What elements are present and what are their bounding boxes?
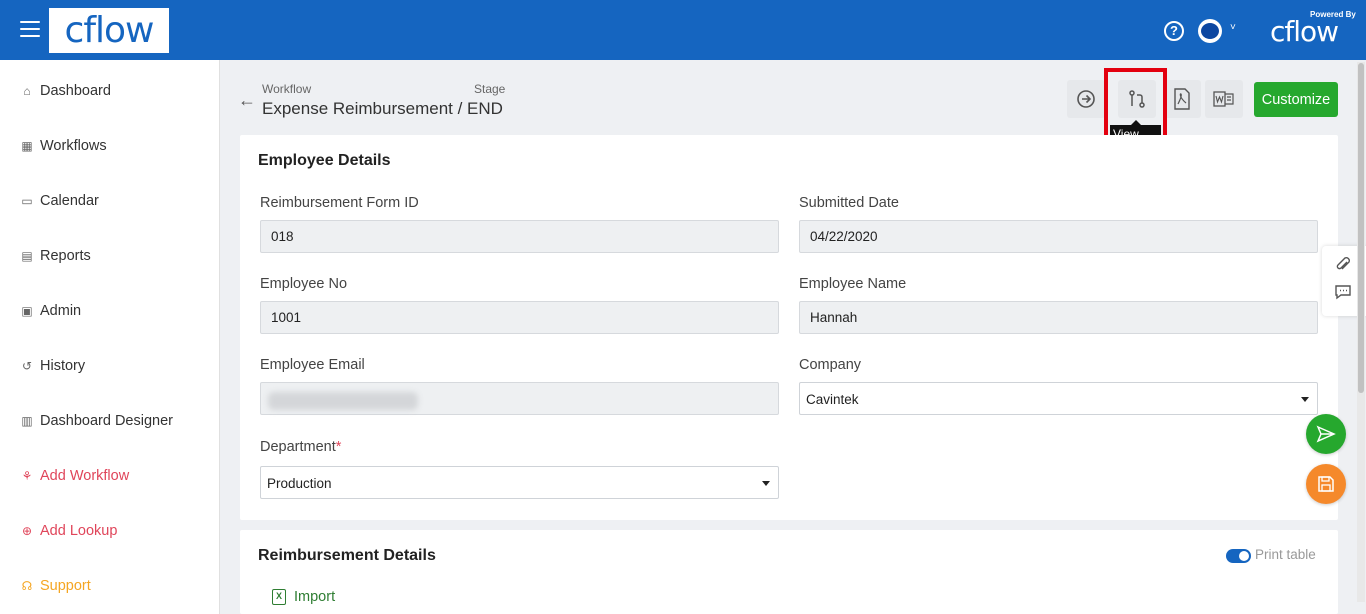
help-icon[interactable]: ? [1164, 21, 1184, 41]
required-marker: * [335, 439, 342, 455]
sidebar-item-support[interactable]: ☊ Support [20, 575, 91, 597]
caret-down-icon [762, 481, 770, 486]
sidebar-item-add-workflow[interactable]: ⚘ Add Workflow [20, 465, 130, 487]
workflow-label: Workflow [262, 82, 312, 96]
paperclip-icon[interactable] [1334, 256, 1352, 274]
save-icon [1318, 476, 1334, 492]
add-workflow-icon: ⚘ [21, 469, 33, 483]
employee-no-label: Employee No [260, 276, 348, 292]
submitted-date-field[interactable]: 04/22/2020 [799, 220, 1318, 253]
back-arrow-icon[interactable]: ← [238, 90, 256, 111]
calendar-icon: ▭ [21, 194, 33, 208]
employee-name-field[interactable]: Hannah [799, 301, 1318, 334]
admin-icon: ▣ [21, 304, 33, 318]
customize-button[interactable]: Customize [1254, 82, 1338, 117]
sidebar-item-dashboard-designer[interactable]: ▥ Dashboard Designer [20, 410, 173, 432]
company-label: Company [799, 357, 862, 373]
history-icon: ↺ [21, 359, 33, 373]
department-select[interactable]: Production [260, 466, 779, 499]
export-word-button[interactable] [1205, 80, 1243, 118]
chevron-down-icon[interactable]: ˅ [1230, 22, 1236, 33]
pdf-icon [1174, 88, 1190, 110]
employee-no-field[interactable]: 1001 [260, 301, 779, 334]
sidebar-item-dashboard[interactable]: ⌂ Dashboard [20, 80, 111, 102]
scrollbar-thumb[interactable] [1358, 63, 1364, 393]
hamburger-menu-icon[interactable] [20, 21, 40, 39]
form-id-label: Reimbursement Form ID [260, 195, 419, 211]
designer-icon: ▥ [21, 414, 33, 428]
sidebar-item-add-lookup[interactable]: ⊕ Add Lookup [20, 520, 117, 542]
reimbursement-details-card [240, 530, 1338, 614]
submit-button[interactable] [1306, 414, 1346, 454]
brand-logo: cflow [1270, 15, 1339, 48]
sidebar: ⌂ Dashboard ▦ Workflows ▭ Calendar ▤ Rep… [0, 60, 220, 614]
home-icon: ⌂ [23, 84, 31, 98]
print-table-label: Print table [1255, 547, 1316, 562]
git-pull-request-icon [1129, 90, 1145, 108]
form-id-field[interactable]: 018 [260, 220, 779, 253]
word-icon [1213, 91, 1234, 107]
employee-name-label: Employee Name [799, 276, 907, 292]
excel-icon: X [272, 589, 286, 605]
redacted-email [268, 392, 418, 410]
logo[interactable]: cflow [49, 8, 169, 53]
export-pdf-button[interactable] [1163, 80, 1201, 118]
submitted-date-label: Submitted Date [799, 195, 899, 211]
employee-email-label: Employee Email [260, 357, 365, 373]
reimbursement-details-title: Reimbursement Details [258, 547, 436, 564]
employee-details-title: Employee Details [258, 152, 391, 169]
page-title: Expense Reimbursement / END [262, 99, 503, 118]
sidebar-item-reports[interactable]: ▤ Reports [20, 245, 90, 267]
view-request-flow-button[interactable] [1118, 80, 1156, 118]
arrow-circle-right-icon [1077, 90, 1095, 108]
print-table-toggle[interactable] [1226, 549, 1251, 563]
sidebar-item-history[interactable]: ↺ History [20, 355, 85, 377]
save-button[interactable] [1306, 464, 1346, 504]
user-avatar-icon[interactable] [1198, 19, 1222, 43]
comment-icon[interactable] [1334, 283, 1352, 301]
top-bar: cflow ? ˅ Powered By cflow [0, 0, 1366, 60]
send-icon [1316, 425, 1336, 443]
headset-icon: ☊ [21, 579, 33, 593]
company-select[interactable]: Cavintek [799, 382, 1318, 415]
department-label: Department* [260, 439, 342, 455]
sidebar-item-calendar[interactable]: ▭ Calendar [20, 190, 99, 212]
import-button[interactable]: X Import [272, 589, 335, 605]
caret-down-icon [1301, 397, 1309, 402]
sidebar-item-admin[interactable]: ▣ Admin [20, 300, 81, 322]
stage-label: Stage [474, 82, 506, 96]
next-stage-button[interactable] [1067, 80, 1105, 118]
reports-icon: ▤ [21, 249, 33, 263]
sidebar-item-workflows[interactable]: ▦ Workflows [20, 135, 106, 157]
add-lookup-icon: ⊕ [21, 524, 33, 538]
grid-icon: ▦ [21, 139, 33, 153]
